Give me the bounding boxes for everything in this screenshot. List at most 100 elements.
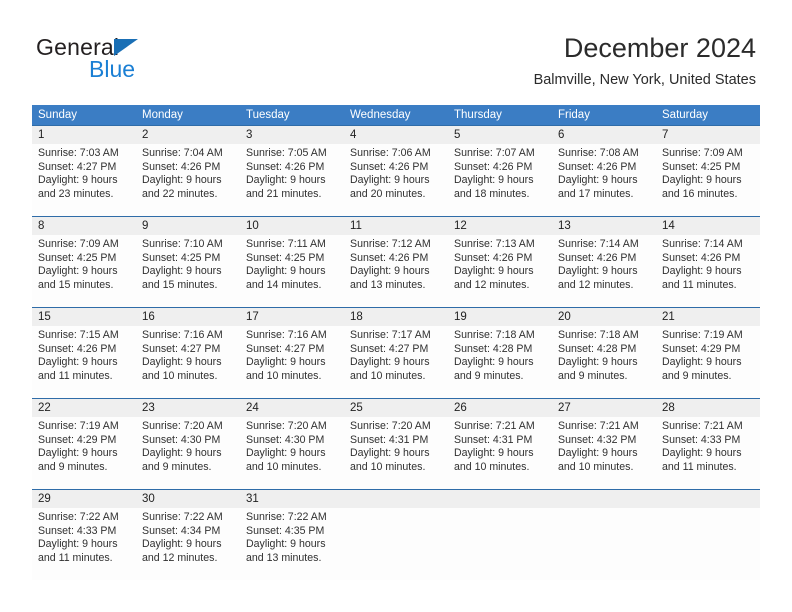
day-number[interactable]: 12 [448,217,552,235]
sunrise-text: Sunrise: 7:20 AM [246,420,327,432]
daylight-line1: Daylight: 9 hours [662,447,742,460]
day-number[interactable]: 18 [344,308,448,326]
day-number-band: 29 30 31 [32,490,760,508]
day-number[interactable]: 19 [448,308,552,326]
day-cell[interactable]: Sunrise: 7:10 AM Sunset: 4:25 PM Dayligh… [136,235,240,307]
day-number[interactable]: 27 [552,399,656,417]
day-cell[interactable]: Sunrise: 7:05 AM Sunset: 4:26 PM Dayligh… [240,144,344,216]
daylight-line2: and 12 minutes. [558,278,634,291]
daylight-line1: Daylight: 9 hours [662,265,742,278]
daylight-line2: and 13 minutes. [246,551,322,564]
day-detail-band: Sunrise: 7:15 AM Sunset: 4:26 PM Dayligh… [32,326,760,398]
day-cell[interactable]: Sunrise: 7:20 AM Sunset: 4:30 PM Dayligh… [136,417,240,489]
day-cell[interactable]: Sunrise: 7:09 AM Sunset: 4:25 PM Dayligh… [656,144,760,216]
day-cell[interactable]: Sunrise: 7:16 AM Sunset: 4:27 PM Dayligh… [136,326,240,398]
daylight-line2: and 21 minutes. [246,187,322,200]
daylight-line1: Daylight: 9 hours [662,356,742,369]
day-number[interactable]: 28 [656,399,760,417]
day-number[interactable]: 29 [32,490,136,508]
day-number[interactable]: 25 [344,399,448,417]
day-cell[interactable]: Sunrise: 7:07 AM Sunset: 4:26 PM Dayligh… [448,144,552,216]
day-cell[interactable]: Sunrise: 7:21 AM Sunset: 4:32 PM Dayligh… [552,417,656,489]
sunset-text: Sunset: 4:29 PM [38,433,117,446]
sunrise-text: Sunrise: 7:19 AM [662,329,743,341]
day-number[interactable]: 30 [136,490,240,508]
daylight-line2: and 9 minutes. [558,369,628,382]
day-number-empty [448,490,552,508]
day-number-band: 8 9 10 11 12 13 14 [32,217,760,235]
day-number[interactable]: 2 [136,126,240,144]
day-number[interactable]: 23 [136,399,240,417]
sunset-text: Sunset: 4:34 PM [142,524,221,537]
weekday-header-monday: Monday [142,109,183,121]
day-number[interactable]: 1 [32,126,136,144]
day-number[interactable]: 15 [32,308,136,326]
sunset-text: Sunset: 4:33 PM [662,433,741,446]
day-cell[interactable]: Sunrise: 7:22 AM Sunset: 4:34 PM Dayligh… [136,508,240,580]
day-number[interactable]: 24 [240,399,344,417]
day-number[interactable]: 7 [656,126,760,144]
day-cell[interactable]: Sunrise: 7:14 AM Sunset: 4:26 PM Dayligh… [656,235,760,307]
day-cell[interactable]: Sunrise: 7:18 AM Sunset: 4:28 PM Dayligh… [448,326,552,398]
sunset-text: Sunset: 4:28 PM [558,342,637,355]
daylight-line2: and 11 minutes. [38,369,113,382]
day-cell[interactable]: Sunrise: 7:11 AM Sunset: 4:25 PM Dayligh… [240,235,344,307]
daylight-line1: Daylight: 9 hours [142,356,222,369]
day-cell[interactable]: Sunrise: 7:18 AM Sunset: 4:28 PM Dayligh… [552,326,656,398]
day-number[interactable]: 8 [32,217,136,235]
day-cell[interactable]: Sunrise: 7:08 AM Sunset: 4:26 PM Dayligh… [552,144,656,216]
day-cell[interactable]: Sunrise: 7:14 AM Sunset: 4:26 PM Dayligh… [552,235,656,307]
day-cell[interactable]: Sunrise: 7:04 AM Sunset: 4:26 PM Dayligh… [136,144,240,216]
general-blue-logo[interactable]: General Blue [36,34,256,90]
sunrise-text: Sunrise: 7:05 AM [246,147,327,159]
day-cell[interactable]: Sunrise: 7:21 AM Sunset: 4:33 PM Dayligh… [656,417,760,489]
day-number[interactable]: 6 [552,126,656,144]
sunrise-text: Sunrise: 7:19 AM [38,420,119,432]
sunset-text: Sunset: 4:27 PM [142,342,221,355]
daylight-line1: Daylight: 9 hours [246,356,326,369]
day-number[interactable]: 5 [448,126,552,144]
daylight-line2: and 13 minutes. [350,278,426,291]
day-number[interactable]: 22 [32,399,136,417]
day-number[interactable]: 9 [136,217,240,235]
day-number[interactable]: 4 [344,126,448,144]
day-number[interactable]: 20 [552,308,656,326]
page-title: December 2024 [563,33,756,63]
sunrise-text: Sunrise: 7:22 AM [142,511,223,523]
sunrise-text: Sunrise: 7:18 AM [558,329,639,341]
sunrise-text: Sunrise: 7:04 AM [142,147,223,159]
day-cell[interactable]: Sunrise: 7:16 AM Sunset: 4:27 PM Dayligh… [240,326,344,398]
daylight-line2: and 10 minutes. [454,460,530,473]
day-cell[interactable]: Sunrise: 7:20 AM Sunset: 4:30 PM Dayligh… [240,417,344,489]
day-cell[interactable]: Sunrise: 7:20 AM Sunset: 4:31 PM Dayligh… [344,417,448,489]
sunset-text: Sunset: 4:31 PM [350,433,429,446]
day-number[interactable]: 3 [240,126,344,144]
day-cell[interactable]: Sunrise: 7:15 AM Sunset: 4:26 PM Dayligh… [32,326,136,398]
day-cell[interactable]: Sunrise: 7:21 AM Sunset: 4:31 PM Dayligh… [448,417,552,489]
day-cell[interactable]: Sunrise: 7:22 AM Sunset: 4:33 PM Dayligh… [32,508,136,580]
day-cell[interactable]: Sunrise: 7:22 AM Sunset: 4:35 PM Dayligh… [240,508,344,580]
daylight-line2: and 10 minutes. [558,460,634,473]
sunset-text: Sunset: 4:32 PM [558,433,637,446]
day-number[interactable]: 31 [240,490,344,508]
day-cell[interactable]: Sunrise: 7:19 AM Sunset: 4:29 PM Dayligh… [32,417,136,489]
day-cell[interactable]: Sunrise: 7:06 AM Sunset: 4:26 PM Dayligh… [344,144,448,216]
daylight-line2: and 9 minutes. [38,460,108,473]
daylight-line2: and 20 minutes. [350,187,426,200]
day-number[interactable]: 16 [136,308,240,326]
day-number[interactable]: 17 [240,308,344,326]
day-number[interactable]: 10 [240,217,344,235]
sunset-text: Sunset: 4:25 PM [142,251,221,264]
day-cell[interactable]: Sunrise: 7:17 AM Sunset: 4:27 PM Dayligh… [344,326,448,398]
day-number[interactable]: 21 [656,308,760,326]
day-cell[interactable]: Sunrise: 7:13 AM Sunset: 4:26 PM Dayligh… [448,235,552,307]
day-number[interactable]: 13 [552,217,656,235]
weekday-header-friday: Friday [558,109,590,121]
day-number[interactable]: 26 [448,399,552,417]
day-cell[interactable]: Sunrise: 7:03 AM Sunset: 4:27 PM Dayligh… [32,144,136,216]
day-number[interactable]: 11 [344,217,448,235]
day-number[interactable]: 14 [656,217,760,235]
day-cell[interactable]: Sunrise: 7:09 AM Sunset: 4:25 PM Dayligh… [32,235,136,307]
day-cell[interactable]: Sunrise: 7:12 AM Sunset: 4:26 PM Dayligh… [344,235,448,307]
day-cell[interactable]: Sunrise: 7:19 AM Sunset: 4:29 PM Dayligh… [656,326,760,398]
